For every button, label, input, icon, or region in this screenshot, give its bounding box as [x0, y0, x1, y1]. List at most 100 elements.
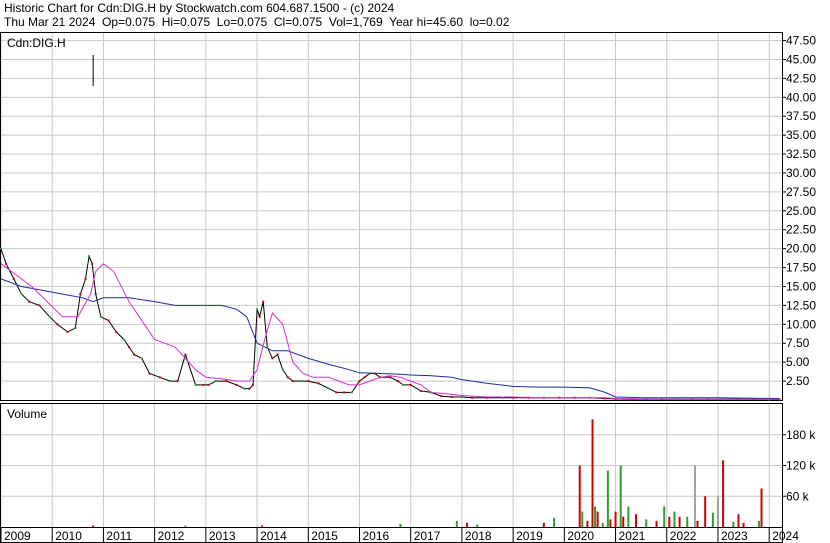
price-tick-label: 20.00	[786, 242, 816, 256]
price-axis: 47.50 45.00 42.50 40.00 37.50 35.00 32.50 30.00…	[782, 34, 816, 388]
close-point	[317, 382, 320, 385]
close-point	[396, 380, 399, 383]
close-point	[409, 383, 412, 386]
close-point	[84, 277, 87, 280]
volume-bar	[693, 465, 696, 527]
year-tick-label: 2014	[260, 529, 287, 543]
close-point	[194, 383, 197, 386]
close-point	[56, 323, 59, 326]
volume-bar	[627, 506, 630, 527]
close-point	[38, 304, 41, 307]
year-tick-label: 2017	[414, 529, 441, 543]
close-point	[107, 319, 110, 322]
year-tick-label: 2020	[567, 529, 594, 543]
year-tick-label: 2010	[55, 529, 82, 543]
close-point	[202, 383, 205, 386]
close-point	[20, 293, 23, 296]
volume-bar	[553, 517, 556, 527]
price-tick-label: 27.50	[786, 185, 816, 199]
close-point	[363, 376, 366, 379]
volume-bar	[732, 521, 735, 527]
close-point	[91, 262, 94, 265]
volume-bar	[609, 519, 612, 527]
close-point	[128, 346, 131, 349]
volume-bar	[591, 419, 594, 527]
close-point	[74, 327, 77, 330]
volume-bar	[476, 524, 479, 527]
volume-bar	[619, 465, 622, 527]
symbol-label: Cdn:DIG.H	[7, 36, 66, 50]
price-tick-label: 10.00	[786, 317, 816, 331]
close-point	[350, 391, 353, 394]
close-point	[94, 293, 97, 296]
volume-bar	[596, 511, 599, 527]
volume-bar	[696, 520, 699, 527]
volume-bar	[578, 465, 581, 527]
year-tick-label: 2021	[619, 529, 646, 543]
close-point	[225, 380, 228, 383]
volume-bar	[466, 522, 469, 527]
series-line-avg-short	[0, 263, 780, 400]
volume-tick-label: 180 k	[786, 428, 816, 442]
price-tick-label: 40.00	[786, 90, 816, 104]
close-point	[307, 380, 310, 383]
price-tick-label: 25.00	[786, 204, 816, 218]
year-tick-label: 2015	[311, 529, 338, 543]
volume-bar	[586, 520, 589, 527]
year-tick-label: 2022	[670, 529, 697, 543]
volume-bar	[542, 522, 545, 527]
year-tick-label: 2013	[209, 529, 236, 543]
volume-bar	[686, 516, 689, 527]
price-tick-label: 17.50	[786, 261, 816, 275]
volume-bar	[722, 460, 725, 527]
close-point	[133, 353, 136, 356]
close-point	[299, 380, 302, 383]
close-point	[450, 395, 453, 398]
price-tick-label: 15.00	[786, 279, 816, 293]
volume-bar	[716, 496, 719, 527]
close-point	[286, 376, 289, 379]
volume-bar	[606, 470, 609, 527]
close-point	[140, 357, 143, 360]
close-point	[66, 330, 69, 333]
close-point	[243, 387, 246, 390]
close-point	[148, 372, 151, 375]
close-point	[389, 376, 392, 379]
volume-bar	[614, 511, 617, 527]
price-tick-label: 47.50	[786, 34, 816, 48]
volume-bar	[711, 512, 714, 527]
year-tick-label: 2023	[721, 529, 748, 543]
volume-bar	[737, 514, 740, 527]
year-tick-label: 2016	[362, 529, 389, 543]
volume-bar	[678, 516, 681, 527]
close-point	[48, 315, 51, 318]
close-point	[276, 353, 279, 356]
price-tick-label: 12.50	[786, 298, 816, 312]
close-point	[262, 300, 265, 303]
close-point	[207, 383, 210, 386]
price-tick-label: 30.00	[786, 166, 816, 180]
volume-bar	[645, 519, 648, 527]
volume-axis: 180 k 120 k 60 k	[782, 428, 816, 503]
volume-bar	[261, 525, 264, 527]
time-axis: 2009 2010 2011 2012 2013 2014 2015 2016 2017 2018…	[0, 528, 799, 543]
close-point	[176, 380, 179, 383]
price-tick-label: 2.50	[786, 374, 810, 388]
price-tick-label: 37.50	[786, 109, 816, 123]
price-tick-label: 5.00	[786, 355, 810, 369]
volume-bar	[594, 506, 597, 527]
close-point	[281, 368, 284, 371]
close-point	[115, 330, 118, 333]
volume-bar	[399, 523, 402, 527]
close-point	[215, 380, 218, 383]
volume-label: Volume	[7, 407, 47, 421]
volume-tick-label: 60 k	[786, 489, 810, 503]
volume-bar	[635, 514, 638, 527]
volume-bar	[663, 506, 666, 527]
close-point	[291, 380, 294, 383]
close-point	[419, 389, 422, 392]
price-panel-frame	[0, 32, 783, 401]
close-point	[327, 387, 330, 390]
close-point	[440, 395, 443, 398]
close-point	[248, 387, 251, 390]
